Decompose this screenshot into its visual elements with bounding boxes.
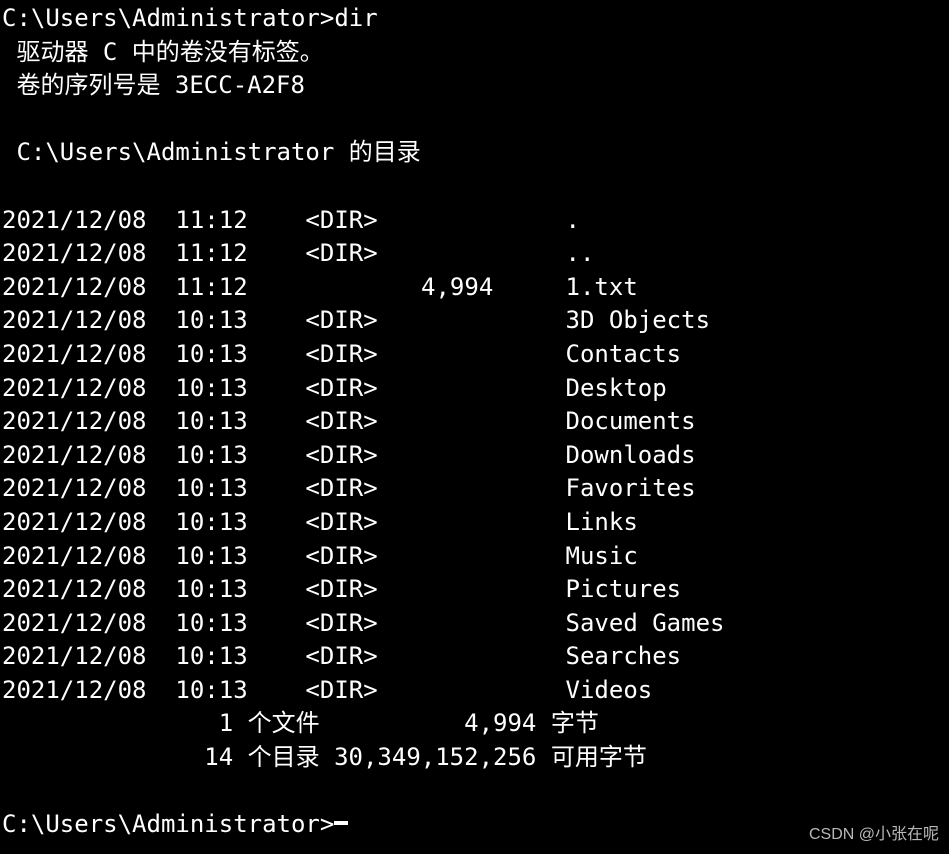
watermark: CSDN @小张在呢 (809, 824, 939, 846)
prompt-path: C:\Users\Administrator> (2, 4, 334, 32)
summary-files: 1 个文件 4,994 字节 (2, 707, 949, 741)
summary-dirs: 14 个目录 30,349,152,256 可用字节 (2, 741, 949, 775)
terminal-output[interactable]: C:\Users\Administrator>dir 驱动器 C 中的卷没有标签… (0, 0, 949, 842)
command-text: dir (334, 4, 377, 32)
dir-listing: 2021/12/08 11:12 <DIR> . 2021/12/08 11:1… (2, 204, 949, 708)
prompt-path[interactable]: C:\Users\Administrator> (2, 808, 334, 842)
cursor[interactable] (334, 821, 348, 825)
volume-serial-line: 卷的序列号是 3ECC-A2F8 (2, 71, 305, 99)
volume-label-line: 驱动器 C 中的卷没有标签。 (2, 38, 324, 66)
directory-of-line: C:\Users\Administrator 的目录 (2, 138, 421, 166)
